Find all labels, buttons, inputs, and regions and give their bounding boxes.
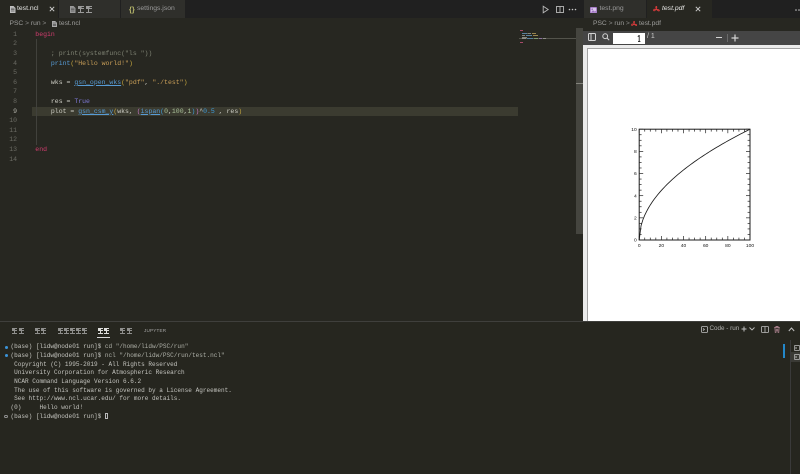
svg-text:6: 6 bbox=[634, 171, 637, 177]
svg-text:8: 8 bbox=[634, 149, 637, 155]
svg-text:80: 80 bbox=[725, 243, 731, 249]
svg-text:20: 20 bbox=[659, 243, 665, 249]
svg-text:60: 60 bbox=[703, 243, 709, 249]
svg-text:4: 4 bbox=[634, 193, 637, 199]
svg-text:40: 40 bbox=[681, 243, 687, 249]
svg-text:10: 10 bbox=[631, 127, 637, 133]
svg-text:100: 100 bbox=[746, 243, 754, 249]
svg-text:0: 0 bbox=[634, 238, 637, 244]
svg-text:2: 2 bbox=[634, 216, 637, 222]
svg-text:0: 0 bbox=[638, 243, 641, 249]
